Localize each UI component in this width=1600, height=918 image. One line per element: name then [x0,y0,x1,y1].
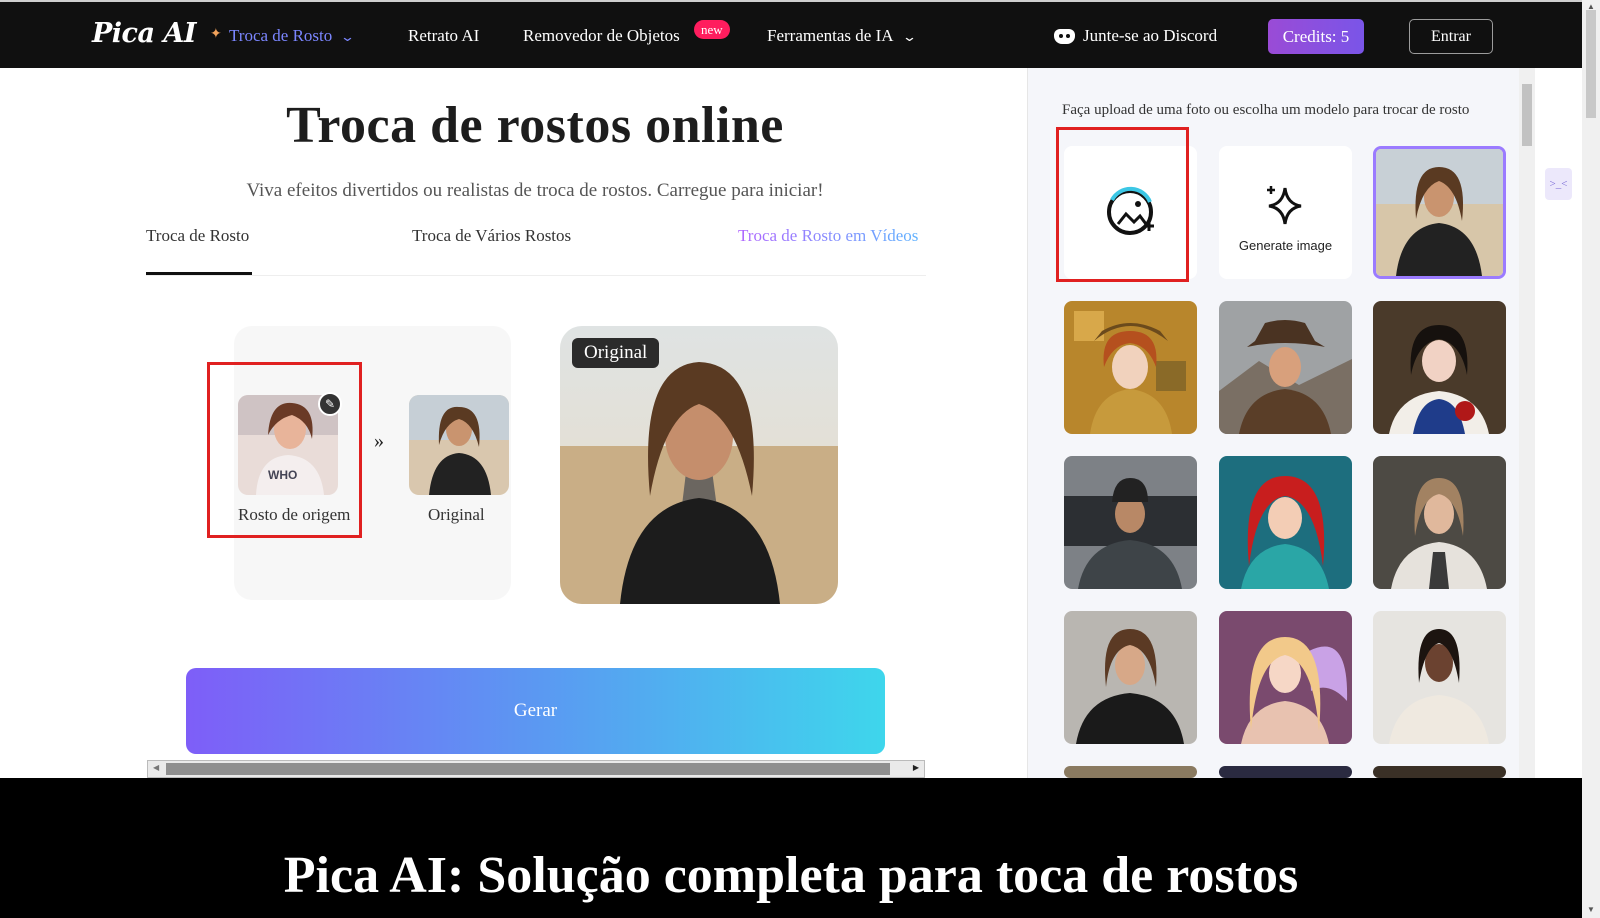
discord-icon [1054,29,1075,44]
template-panel-scrollbar-thumb[interactable] [1522,84,1532,146]
target-image-thumbnail[interactable] [409,395,509,495]
template-tile-5[interactable] [1064,456,1197,589]
horizontal-scrollbar-thumb[interactable] [166,763,890,775]
sparkle-icon [1267,186,1302,225]
template-tile-12[interactable] [1219,766,1352,778]
scroll-left-icon[interactable]: ◀ [153,763,159,772]
highlight-box-source [207,362,362,538]
nav-item-portrait[interactable]: Retrato AI [408,26,479,46]
caption-text: Pica AI: Solução completa para toca de r… [283,847,1299,904]
window-scrollbar[interactable]: ▲ ▼ [1582,0,1600,918]
discord-link[interactable]: Junte-se ao Discord [1083,26,1217,46]
horizontal-scrollbar[interactable]: ◀ ▶ [147,760,925,778]
chevron-down-icon: ⌄ [901,29,917,44]
target-image-label: Original [428,505,485,524]
nav-item-face-swap[interactable]: Troca de Rosto ⌄ [229,26,356,46]
active-tab-indicator [146,272,252,275]
template-tile-13[interactable] [1373,766,1506,778]
scroll-right-icon[interactable]: ▶ [913,763,919,772]
logo[interactable]: Pica AI [92,18,196,49]
template-tile-1[interactable] [1373,146,1506,279]
template-tile-8[interactable] [1064,611,1197,744]
login-button[interactable]: Entrar [1409,19,1493,54]
nav-item-face-swap-label: Troca de Rosto [229,26,333,45]
template-tile-10[interactable] [1373,611,1506,744]
sparkle-icon: ✦ [210,27,222,42]
page-subtitle: Viva efeitos divertidos ou realistas de … [246,180,824,201]
chevron-down-icon: ⌄ [340,29,356,44]
template-tile-11[interactable] [1064,766,1197,778]
nav-item-object-remover[interactable]: Removedor de Objetos [523,26,680,46]
highlight-box-upload [1056,127,1189,282]
side-widget-icon[interactable]: >_< [1545,168,1572,200]
template-tile-3[interactable] [1219,301,1352,434]
tab-multi-face-swap[interactable]: Troca de Vários Rostos [412,226,571,246]
template-tile-2[interactable] [1064,301,1197,434]
generate-image-tile[interactable]: Generate image [1219,146,1352,279]
generate-image-label: Generate image [1238,238,1333,253]
template-panel-hint: Faça upload de uma foto ou escolha um mo… [1062,102,1470,118]
window-scrollbar-thumb[interactable] [1586,10,1596,118]
nav-item-ai-tools[interactable]: Ferramentas de IA ⌄ [767,26,917,46]
template-tile-6[interactable] [1219,456,1352,589]
tab-video-face-swap[interactable]: Troca de Rosto em Vídeos [738,226,918,246]
page-title: Troca de rostos online [286,97,784,154]
scroll-down-icon[interactable]: ▼ [1587,905,1595,914]
nav-item-ai-tools-label: Ferramentas de IA [767,26,894,45]
tab-face-swap[interactable]: Troca de Rosto [146,226,249,246]
main-content: Troca de rostos online Viva efeitos dive… [0,68,1027,778]
template-tile-9[interactable] [1219,611,1352,744]
template-tile-4[interactable] [1373,301,1506,434]
template-panel-scrollbar[interactable] [1519,68,1535,778]
template-panel: Faça upload de uma foto ou escolha um mo… [1027,68,1522,778]
template-tile-7[interactable] [1373,456,1506,589]
top-navbar: Pica AI ✦ Troca de Rosto ⌄ Retrato AI Rem… [0,0,1582,68]
mode-tabs: Troca de Rosto Troca de Vários Rostos Tr… [146,226,926,276]
preview-original-badge: Original [572,338,660,368]
generate-button[interactable]: Gerar [186,668,885,754]
credits-button[interactable]: Credits: 5 [1268,19,1364,54]
swap-arrow-icon: » [374,430,384,452]
new-badge: new [694,20,730,39]
